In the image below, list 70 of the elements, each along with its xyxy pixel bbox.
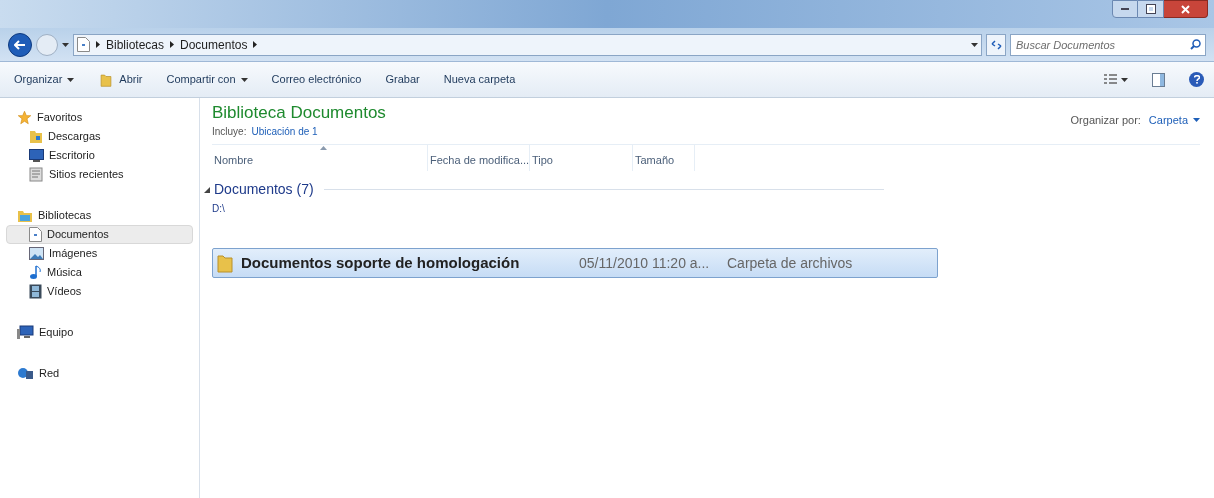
breadcrumb[interactable]: Documentos bbox=[180, 35, 248, 54]
group-path: D:\ bbox=[212, 202, 226, 216]
sidebar-item[interactable]: Bibliotecas bbox=[6, 206, 193, 225]
sort-arrow-icon bbox=[319, 146, 327, 150]
column-header[interactable]: Nombre bbox=[212, 145, 428, 171]
toolbar-button[interactable]: Correo electrónico bbox=[271, 71, 362, 88]
includes-label: Incluye: bbox=[212, 125, 247, 139]
column-header[interactable]: Tamaño bbox=[633, 145, 695, 171]
help-button[interactable] bbox=[1189, 72, 1204, 87]
toolbar-button[interactable]: Abrir bbox=[98, 71, 143, 88]
arrange-by-label: Organizar por: bbox=[1070, 113, 1141, 128]
sidebar-item[interactable]: Equipo bbox=[6, 323, 193, 342]
file-row[interactable]: Documentos soporte de homologación 05/11/2010 11:20 a... Carpeta de archivos bbox=[212, 248, 938, 278]
chevron-right-icon bbox=[170, 41, 175, 48]
network-icon bbox=[17, 366, 34, 381]
search-icon bbox=[1190, 38, 1201, 50]
sidebar-item[interactable]: Vídeos bbox=[6, 282, 193, 301]
image-icon bbox=[29, 247, 44, 260]
sidebar-item[interactable]: Documentos bbox=[6, 225, 193, 244]
recent-places-icon bbox=[29, 167, 44, 182]
sidebar-item[interactable]: Descargas bbox=[6, 127, 193, 146]
star-icon bbox=[17, 110, 32, 125]
column-header[interactable]: Tipo bbox=[530, 145, 633, 171]
chevron-right-icon bbox=[96, 41, 100, 48]
film-icon bbox=[29, 284, 42, 299]
library-icon bbox=[17, 208, 33, 223]
document-icon bbox=[29, 227, 42, 242]
list-view-icon bbox=[1104, 74, 1117, 85]
sidebar-item[interactable]: Red bbox=[6, 364, 193, 383]
folder-icon bbox=[98, 72, 115, 87]
view-options-button[interactable] bbox=[1104, 74, 1128, 85]
library-title: Biblioteca Documentos bbox=[212, 102, 386, 124]
group-header[interactable]: Documentos (7) bbox=[214, 179, 314, 200]
sidebar-item[interactable]: Imágenes bbox=[6, 244, 193, 263]
folder-icon bbox=[29, 129, 43, 144]
caret-icon bbox=[1193, 118, 1200, 123]
close-button[interactable] bbox=[1164, 0, 1208, 18]
toolbar-button[interactable]: Grabar bbox=[385, 71, 420, 88]
desktop-icon bbox=[29, 149, 44, 162]
refresh-button[interactable] bbox=[986, 33, 1006, 56]
close-icon bbox=[1181, 4, 1190, 14]
locations-link[interactable]: Ubicación de 1 bbox=[251, 124, 318, 139]
sidebar-item[interactable]: Música bbox=[6, 263, 193, 282]
caret-icon bbox=[62, 42, 69, 47]
toolbar-button[interactable]: Nueva carpeta bbox=[443, 71, 516, 88]
column-header[interactable]: Fecha de modifica... bbox=[428, 145, 530, 171]
document-icon bbox=[77, 37, 90, 52]
caret-icon bbox=[971, 42, 978, 47]
sidebar-item[interactable]: Favoritos bbox=[6, 108, 193, 127]
music-note-icon bbox=[29, 265, 42, 280]
search-field[interactable]: Buscar Documentos bbox=[1010, 33, 1206, 56]
caret-icon bbox=[240, 77, 248, 82]
breadcrumb[interactable]: Bibliotecas bbox=[106, 35, 165, 54]
toolbar-button[interactable]: Organizar bbox=[14, 71, 75, 88]
address-bar[interactable]: Bibliotecas Documentos bbox=[73, 33, 982, 56]
caret-icon bbox=[67, 77, 75, 82]
folder-icon bbox=[217, 253, 233, 273]
help-icon bbox=[1193, 75, 1200, 84]
chevron-right-icon bbox=[253, 41, 258, 48]
minimize-button[interactable] bbox=[1112, 0, 1138, 18]
computer-icon bbox=[17, 325, 34, 340]
preview-pane-button[interactable] bbox=[1152, 72, 1165, 87]
toolbar-button[interactable]: Compartir con bbox=[166, 71, 248, 88]
back-arrow-icon bbox=[14, 39, 26, 50]
back-button[interactable] bbox=[8, 32, 32, 57]
sidebar-item[interactable]: Escritorio bbox=[6, 146, 193, 165]
caret-icon bbox=[1121, 77, 1128, 82]
restore-button[interactable] bbox=[1138, 0, 1164, 18]
sidebar-item[interactable]: Sitios recientes bbox=[6, 165, 193, 184]
arrange-by-dropdown[interactable]: Carpeta bbox=[1148, 112, 1200, 129]
